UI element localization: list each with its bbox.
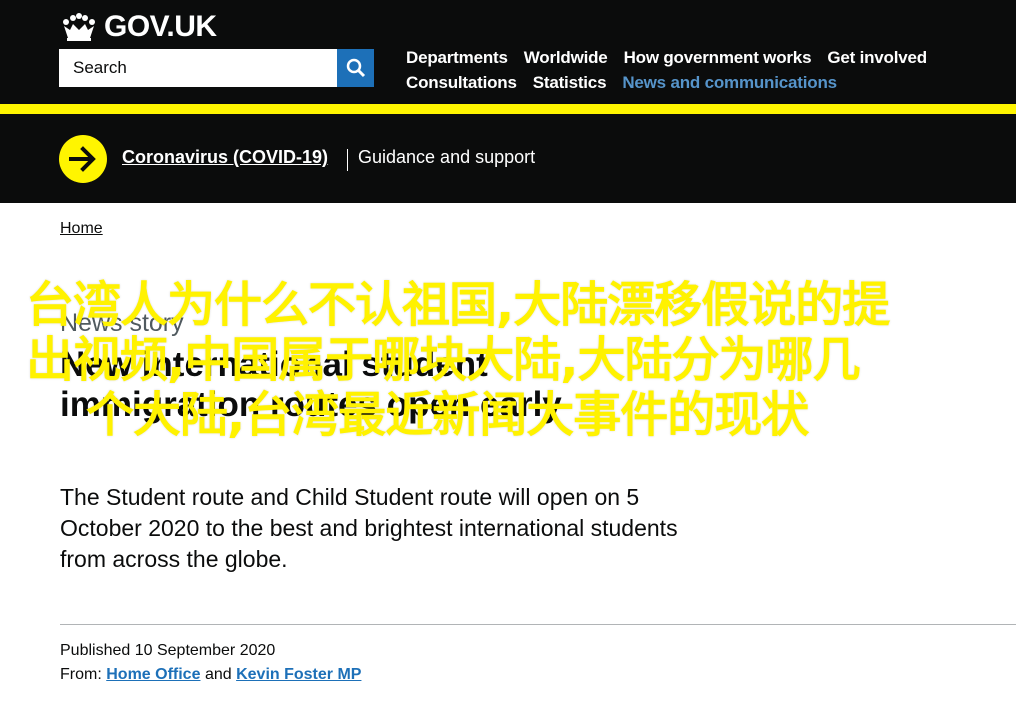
search-form [59, 49, 374, 87]
nav-row-2: Consultations Statistics News and commun… [406, 70, 966, 95]
breadcrumb-home[interactable]: Home [60, 220, 103, 238]
nav-statistics[interactable]: Statistics [533, 73, 607, 93]
nav-departments[interactable]: Departments [406, 48, 508, 68]
from-label: From: [60, 666, 102, 683]
metadata-divider [60, 624, 1016, 625]
published-date: 10 September 2020 [134, 642, 276, 659]
search-input[interactable] [59, 49, 337, 87]
nav-worldwide[interactable]: Worldwide [524, 48, 608, 68]
published-meta: Published 10 September 2020 [60, 642, 275, 660]
nav-consultations[interactable]: Consultations [406, 73, 517, 93]
from-meta: From: Home Office and Kevin Foster MP [60, 666, 361, 684]
crown-icon [63, 13, 95, 41]
nav-how-government-works[interactable]: How government works [624, 48, 812, 68]
covid-guidance-text: Guidance and support [358, 147, 536, 167]
published-label: Published [60, 642, 131, 659]
overlay-caption: 台湾人为什么不认祖国,大陆漂移假说的提 出视频,中国属于哪块大陆,大陆分为哪几 … [26, 278, 976, 443]
lead-paragraph: The Student route and Child Student rout… [60, 484, 678, 572]
overlay-line-3: 个大陆,台湾最近新闻大事件的现状 [86, 387, 809, 443]
logo-text: GOV.UK [104, 10, 217, 43]
nav-news-and-communications[interactable]: News and communications [622, 73, 837, 93]
site-header: GOV.UK Departments Worldwide How governm… [0, 0, 1016, 104]
covid-banner: Coronavirus (COVID-19) Guidance and supp… [0, 114, 1016, 203]
overlay-line-1: 台湾人为什么不认祖国,大陆漂移假说的提 [26, 277, 890, 333]
from-and: and [204, 666, 232, 683]
covid-separator [347, 149, 348, 171]
overlay-line-2: 出视频,中国属于哪块大陆,大陆分为哪几 [26, 332, 860, 388]
from-link-kevin-foster[interactable]: Kevin Foster MP [236, 666, 361, 683]
search-icon [346, 58, 365, 78]
covid-link[interactable]: Coronavirus (COVID-19) [122, 147, 328, 168]
main-navigation: Departments Worldwide How government wor… [406, 45, 966, 95]
from-link-home-office[interactable]: Home Office [106, 666, 200, 683]
header-accent-bar [0, 104, 1016, 114]
nav-get-involved[interactable]: Get involved [827, 48, 927, 68]
nav-row-1: Departments Worldwide How government wor… [406, 45, 966, 70]
arrow-right-circle-icon [59, 135, 107, 183]
search-button[interactable] [337, 49, 374, 87]
govuk-logo-link[interactable]: GOV.UK [60, 10, 217, 44]
